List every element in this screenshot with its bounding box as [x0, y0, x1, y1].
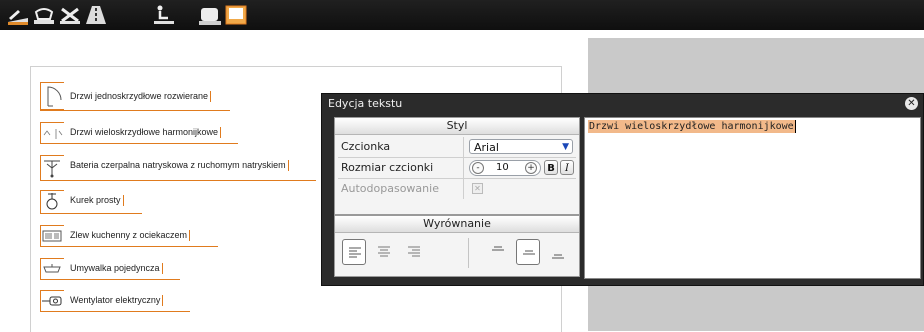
align-middle-icon	[523, 250, 535, 255]
top-toolbar	[0, 0, 924, 30]
align-right-button[interactable]	[402, 239, 426, 265]
align-bottom-icon	[552, 254, 564, 259]
legend-label: Drzwi jednoskrzydłowe rozwierane	[70, 91, 212, 102]
align-separator	[468, 238, 469, 268]
editor-text[interactable]: Drzwi wieloskrzydłowe harmonijkowe	[588, 120, 796, 133]
dialog-title: Edycja tekstu	[328, 97, 403, 110]
washbasin-icon	[40, 258, 64, 280]
alignment-panel: Wyrównanie	[334, 215, 580, 277]
text-editor[interactable]: Drzwi wieloskrzydłowe harmonijkowe	[584, 117, 921, 279]
align-bottom-button[interactable]	[546, 239, 570, 265]
align-center-button[interactable]	[372, 239, 396, 265]
kitchen-sink-icon	[40, 225, 64, 247]
font-row: Czcionka Arial ▼	[338, 137, 576, 158]
close-icon[interactable]: ✕	[905, 97, 918, 110]
person-tool-icon[interactable]	[152, 4, 176, 26]
font-select-value: Arial	[474, 141, 499, 154]
text-edit-dialog: Edycja tekstu ✕ Styl Czcionka Arial ▼ Ro…	[321, 93, 924, 286]
bowl-tool-icon[interactable]	[32, 4, 56, 26]
bold-button[interactable]: B	[544, 160, 558, 175]
sink-tool-icon[interactable]	[198, 4, 222, 26]
align-left-icon	[349, 247, 361, 258]
box-tool-icon[interactable]	[224, 4, 250, 26]
valve-icon	[40, 190, 64, 214]
align-right-icon	[408, 246, 420, 257]
autofit-label: Autodopasowanie	[341, 182, 439, 195]
autofit-checkbox[interactable]: ✕	[472, 183, 483, 194]
door-single-icon	[40, 82, 64, 110]
fan-icon	[40, 290, 64, 312]
legend-label: Kurek prosty	[70, 195, 124, 206]
style-panel-header: Styl	[335, 118, 579, 135]
align-middle-button[interactable]	[516, 239, 540, 265]
increase-button[interactable]: +	[525, 162, 537, 174]
legend-underline	[40, 180, 316, 181]
row-divider	[463, 158, 464, 178]
font-size-row: Rozmiar czcionki - 10 + B I	[338, 158, 576, 179]
font-label: Czcionka	[341, 140, 391, 153]
road-tool-icon[interactable]	[84, 4, 110, 26]
legend-label: Bateria czerpalna natryskowa z ruchomym …	[70, 160, 289, 171]
legend-underline	[40, 311, 190, 312]
legend-label: Zlew kuchenny z ociekaczem	[70, 230, 191, 241]
shower-tap-icon	[40, 155, 64, 181]
alignment-panel-header: Wyrównanie	[335, 216, 579, 233]
align-left-button[interactable]	[342, 239, 366, 265]
font-select[interactable]: Arial ▼	[469, 139, 573, 154]
italic-button[interactable]: I	[560, 160, 574, 175]
align-center-icon	[378, 246, 390, 257]
legend-label: Drzwi wieloskrzydłowe harmonijkowe	[70, 127, 222, 138]
door-folding-icon	[40, 122, 64, 144]
align-top-button[interactable]	[486, 239, 510, 265]
style-panel: Styl Czcionka Arial ▼ Rozmiar czcionki -…	[334, 117, 580, 215]
align-top-icon	[492, 246, 504, 251]
sloped-edge-tool-icon[interactable]	[6, 4, 30, 26]
font-size-value[interactable]: 10	[496, 162, 509, 173]
legend-underline	[40, 279, 180, 280]
font-size-label: Rozmiar czcionki	[341, 161, 434, 174]
cross-tool-icon[interactable]	[58, 4, 82, 26]
legend-label: Wentylator elektryczny	[70, 295, 164, 306]
autofit-row: Autodopasowanie ✕	[338, 179, 576, 199]
legend-underline	[40, 143, 238, 144]
chevron-down-icon: ▼	[562, 142, 569, 152]
font-size-stepper[interactable]: - 10 +	[469, 160, 541, 176]
decrease-button[interactable]: -	[472, 162, 484, 174]
legend-underline	[40, 246, 218, 247]
legend-label: Umywalka pojedyncza	[70, 263, 163, 274]
row-divider	[463, 137, 464, 157]
legend-underline	[40, 213, 142, 214]
row-divider	[463, 179, 464, 199]
legend-underline	[40, 110, 230, 111]
